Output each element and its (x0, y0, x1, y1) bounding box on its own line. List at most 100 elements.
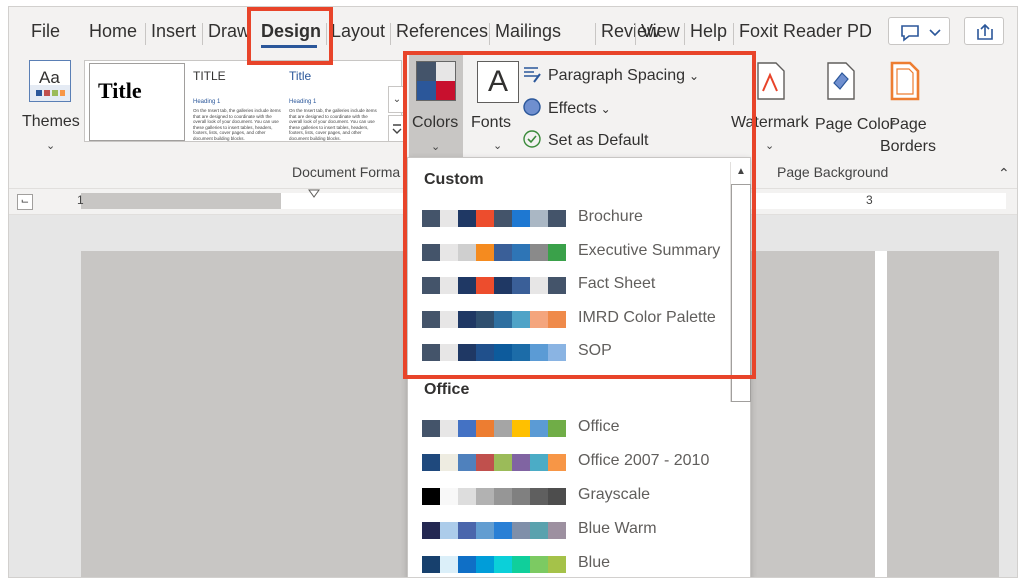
watermark-label: Watermark (731, 114, 809, 131)
palette-option-custom-0[interactable]: Brochure (422, 208, 732, 232)
paragraph-spacing-button[interactable]: Paragraph Spacing ⌄ (522, 64, 699, 85)
active-tab-indicator (261, 45, 317, 48)
color-swatch (422, 310, 440, 328)
palette-option-custom-4[interactable]: SOP (422, 342, 732, 366)
color-swatch (548, 277, 566, 294)
palette-option-office-1[interactable]: Office 2007 - 2010 (422, 452, 732, 476)
chevron-down-icon: ⌄ (765, 140, 775, 152)
palette-swatches (422, 310, 566, 328)
chevron-down-icon: ⌄ (46, 140, 56, 152)
palette-option-office-2[interactable]: Grayscale (422, 486, 732, 510)
color-swatch (530, 454, 548, 471)
color-swatch (476, 243, 494, 261)
tile-title: TITLE (193, 69, 226, 83)
tab-view[interactable]: View (641, 21, 680, 42)
comments-button[interactable] (888, 17, 950, 45)
color-swatch (548, 454, 566, 471)
color-swatch (440, 488, 458, 505)
scroll-up-icon[interactable]: ▲ (731, 162, 751, 182)
colors-button[interactable]: Colors ⌄ (409, 53, 463, 163)
chevron-down-icon: ⌄ (493, 140, 503, 152)
color-swatch (422, 420, 440, 437)
dropdown-scrollbar[interactable]: ▲ (730, 162, 751, 402)
color-swatch (548, 344, 566, 361)
share-button[interactable] (964, 17, 1004, 45)
color-swatch (422, 210, 440, 227)
set-as-default-button[interactable]: Set as Default (522, 129, 649, 150)
color-swatch (458, 310, 476, 328)
color-swatch (422, 488, 440, 505)
color-swatch (440, 556, 458, 573)
color-swatch (458, 488, 476, 505)
palette-name: SOP (578, 342, 612, 359)
watermark-icon (757, 62, 785, 100)
indent-marker-icon[interactable] (308, 189, 320, 199)
svg-text:Aa: Aa (39, 68, 60, 87)
tab-draw[interactable]: Draw (208, 21, 250, 42)
tab-home[interactable]: Home (89, 21, 137, 42)
color-swatch (440, 277, 458, 294)
palette-swatches (422, 420, 566, 437)
palette-name: Executive Summary (578, 241, 721, 259)
page-borders-label: Page Borders (879, 116, 937, 155)
color-swatch (458, 243, 476, 261)
tile-heading: Heading 1 (289, 99, 317, 105)
color-swatch (530, 556, 548, 573)
palette-name: Blue Warm (578, 520, 657, 537)
color-swatch (494, 243, 512, 261)
color-swatch (458, 420, 476, 437)
palette-option-office-4[interactable]: Blue (422, 554, 732, 577)
font-icon: A (477, 61, 519, 103)
tab-selector-icon[interactable]: ⌙ (17, 194, 33, 210)
color-swatch (512, 488, 530, 505)
color-swatch (440, 344, 458, 361)
tab-file[interactable]: File (31, 21, 60, 42)
palette-option-custom-3[interactable]: IMRD Color Palette (422, 309, 732, 333)
color-swatch (512, 210, 530, 227)
tab-help[interactable]: Help (690, 21, 727, 42)
color-swatch (494, 420, 512, 437)
palette-option-office-0[interactable]: Office (422, 418, 732, 442)
style-set-tile[interactable]: Title Heading 1 On the Insert tab, the g… (285, 63, 379, 141)
color-swatch (476, 454, 494, 471)
color-swatch (458, 277, 476, 294)
themes-label: Themes (22, 113, 80, 130)
colors-dropdown: Custom Brochure Executive Summary Fact She… (407, 157, 751, 577)
scroll-thumb[interactable] (731, 184, 751, 402)
tile-title: Title (289, 69, 312, 83)
tab-design[interactable]: Design (261, 21, 321, 42)
color-swatch (440, 522, 458, 539)
palette-option-office-3[interactable]: Blue Warm (422, 520, 732, 544)
palette-option-custom-2[interactable]: Fact Sheet (422, 275, 732, 299)
tile-heading: Heading 1 (193, 99, 221, 105)
gallery-scroll-down[interactable]: ⌄ (388, 86, 406, 113)
color-swatch (548, 420, 566, 437)
palette-option-custom-1[interactable]: Executive Summary (422, 242, 732, 266)
ribbon-tabs: File Home Insert Draw Design Layout Refe… (9, 7, 1017, 51)
group-label-page-background: Page Background (777, 164, 889, 180)
color-swatch (530, 243, 548, 261)
palette-name: Grayscale (578, 486, 651, 503)
gallery-more-button[interactable] (388, 115, 406, 142)
color-swatch (458, 210, 476, 227)
tab-layout[interactable]: Layout (331, 21, 385, 42)
style-set-tile[interactable]: TITLE Heading 1 On the Insert tab, the g… (189, 63, 283, 141)
color-swatch (512, 522, 530, 539)
effects-button[interactable]: Effects ⌄ (522, 97, 611, 118)
collapse-ribbon-icon[interactable]: ⌃ (998, 165, 1010, 182)
tab-insert[interactable]: Insert (151, 21, 196, 42)
color-swatch (530, 420, 548, 437)
color-swatch (440, 420, 458, 437)
color-swatch (440, 243, 458, 261)
color-swatch (458, 522, 476, 539)
style-set-tile[interactable]: Title (89, 63, 185, 141)
tab-references[interactable]: References (396, 21, 488, 42)
palette-name: Office (578, 418, 620, 435)
ruler-number: 3 (866, 193, 873, 207)
color-swatch (548, 488, 566, 505)
tab-foxit-reader-pdf[interactable]: Foxit Reader PDF (739, 21, 871, 42)
tab-mailings[interactable]: Mailings (495, 21, 561, 42)
style-set-gallery[interactable]: Title TITLE Heading 1 On the Insert tab,… (84, 60, 402, 142)
palette-swatches (422, 556, 566, 573)
color-swatch (512, 277, 530, 294)
